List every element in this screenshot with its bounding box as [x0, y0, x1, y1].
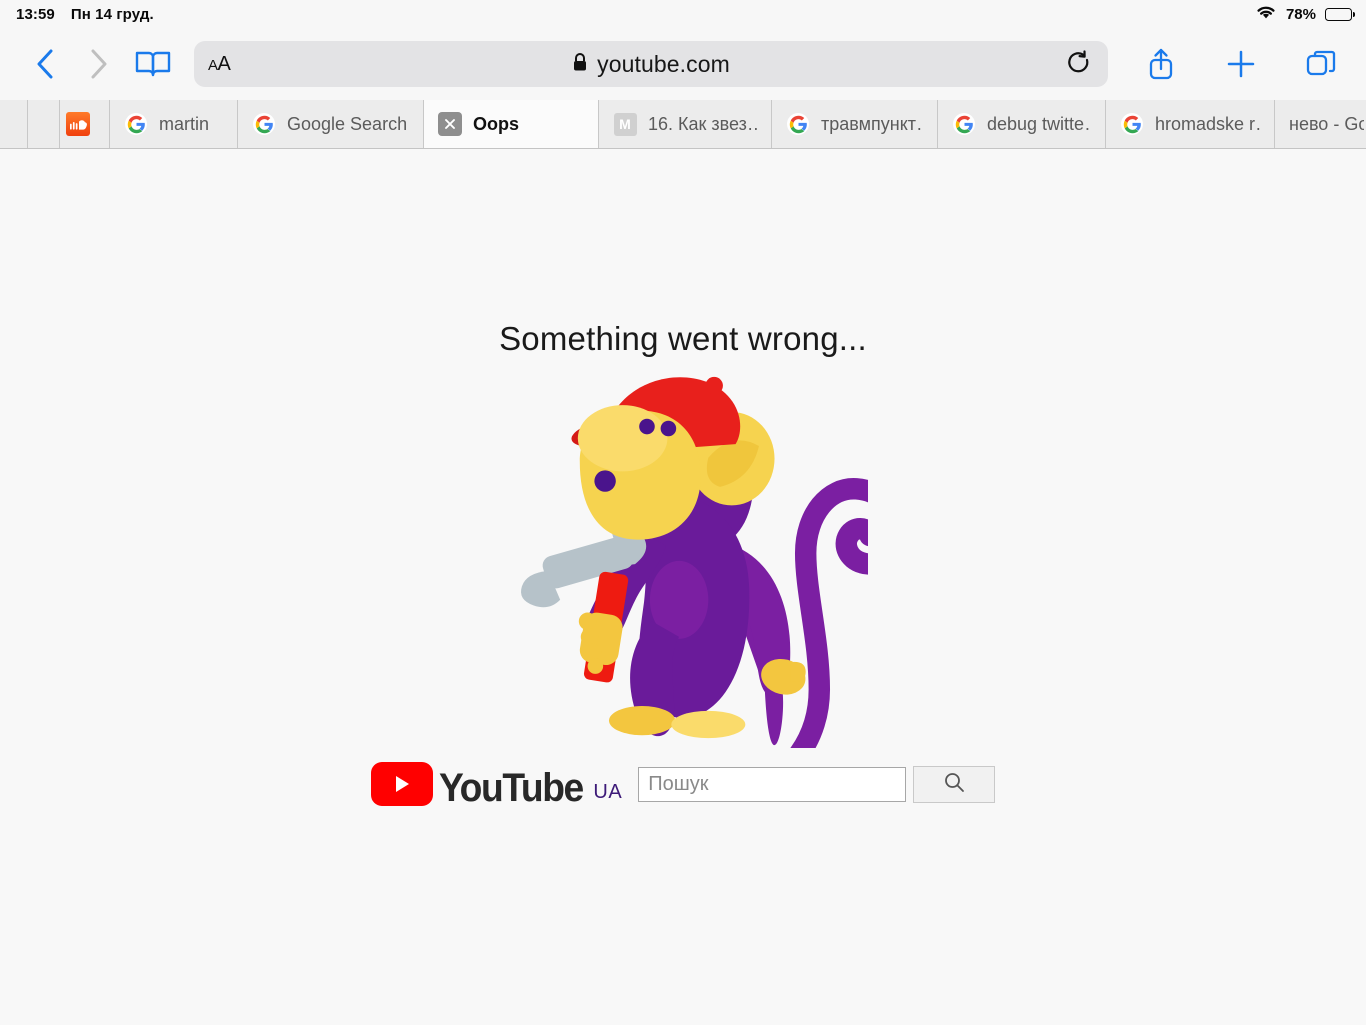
browser-tab[interactable]: травмпункт… — [772, 100, 938, 148]
browser-tab[interactable]: martin — [110, 100, 238, 148]
tab-title: Oops — [473, 113, 520, 134]
google-icon — [787, 113, 809, 135]
share-button[interactable] — [1134, 41, 1188, 87]
browser-tab[interactable]: hromadske r… — [1106, 100, 1275, 148]
browser-tab[interactable]: нево - Go… — [1275, 100, 1366, 148]
search-button[interactable] — [913, 765, 996, 803]
tab-favicon — [66, 112, 90, 136]
tab-favicon — [124, 112, 148, 136]
battery-percent: 78% — [1285, 5, 1316, 23]
address-bar[interactable]: AA youtube.com — [194, 41, 1108, 87]
youtube-logo[interactable]: YouTube UA — [370, 762, 623, 810]
tab-title: травмпункт… — [821, 113, 923, 134]
status-bar-left: 13:59 Пн 14 груд. — [16, 6, 154, 23]
forward-button[interactable] — [72, 41, 126, 87]
status-bar: 13:59 Пн 14 груд. 78% — [0, 0, 1366, 28]
play-icon — [370, 762, 433, 806]
search-icon — [943, 771, 965, 798]
browser-tab[interactable] — [28, 100, 60, 148]
tab-strip[interactable]: martin Google Search Oops M 16. Как звез… тра… — [0, 100, 1366, 149]
browser-tab[interactable]: Google Search — [238, 100, 424, 148]
bookmarks-button[interactable] — [126, 41, 180, 87]
google-icon — [953, 113, 975, 135]
browser-tab[interactable]: debug twitte… — [938, 100, 1106, 148]
google-icon — [1121, 113, 1143, 135]
tab-title: hromadske r… — [1155, 113, 1260, 134]
tab-title: Google Search — [287, 113, 408, 134]
toolbar-right-group — [1134, 41, 1348, 87]
lock-icon — [572, 52, 588, 77]
tab-favicon — [252, 112, 276, 136]
address-bar-url-group: youtube.com — [194, 51, 1108, 78]
tabs-overview-button[interactable] — [1294, 41, 1348, 87]
status-bar-right: 78% — [1255, 4, 1355, 25]
close-icon[interactable] — [438, 112, 462, 136]
tab-title: martin — [159, 113, 210, 134]
medium-icon: M — [613, 112, 637, 136]
browser-tab[interactable]: Oops — [424, 100, 599, 148]
tab-title: debug twitte… — [987, 113, 1091, 134]
soundcloud-icon — [66, 112, 90, 136]
browser-tab[interactable]: M 16. Как звез… — [599, 100, 772, 148]
page-content: Something went wrong... YouTube UA Пошук — [0, 149, 1366, 1025]
tab-title: 16. Как звез… — [648, 113, 757, 134]
text-size-button[interactable]: AA — [208, 54, 231, 74]
browser-tab[interactable] — [0, 100, 28, 148]
youtube-country-code: UA — [593, 781, 623, 803]
url-text: youtube.com — [597, 50, 730, 77]
google-icon — [125, 113, 147, 135]
monkey-with-hammer-illustration — [498, 368, 908, 798]
battery-icon — [1325, 7, 1355, 21]
new-tab-button[interactable] — [1214, 41, 1268, 87]
youtube-footer: YouTube UA — [370, 762, 996, 810]
tab-favicon — [786, 112, 810, 136]
reload-button[interactable] — [1064, 49, 1094, 79]
tab-favicon — [1120, 112, 1144, 136]
page-title: Something went wrong... — [499, 320, 867, 357]
browser-toolbar: AA youtube.com — [0, 28, 1366, 100]
search-input[interactable] — [638, 766, 907, 802]
tab-favicon: M — [613, 112, 637, 136]
status-time: 13:59 — [16, 5, 55, 23]
google-icon — [253, 113, 275, 135]
wifi-icon — [1255, 4, 1277, 25]
tab-title: нево - Go… — [1289, 113, 1364, 134]
tab-favicon — [952, 112, 976, 136]
youtube-wordmark: YouTube — [438, 766, 584, 810]
back-button[interactable] — [18, 41, 72, 87]
browser-tab[interactable] — [60, 100, 110, 148]
status-date: Пн 14 груд. — [70, 5, 154, 23]
